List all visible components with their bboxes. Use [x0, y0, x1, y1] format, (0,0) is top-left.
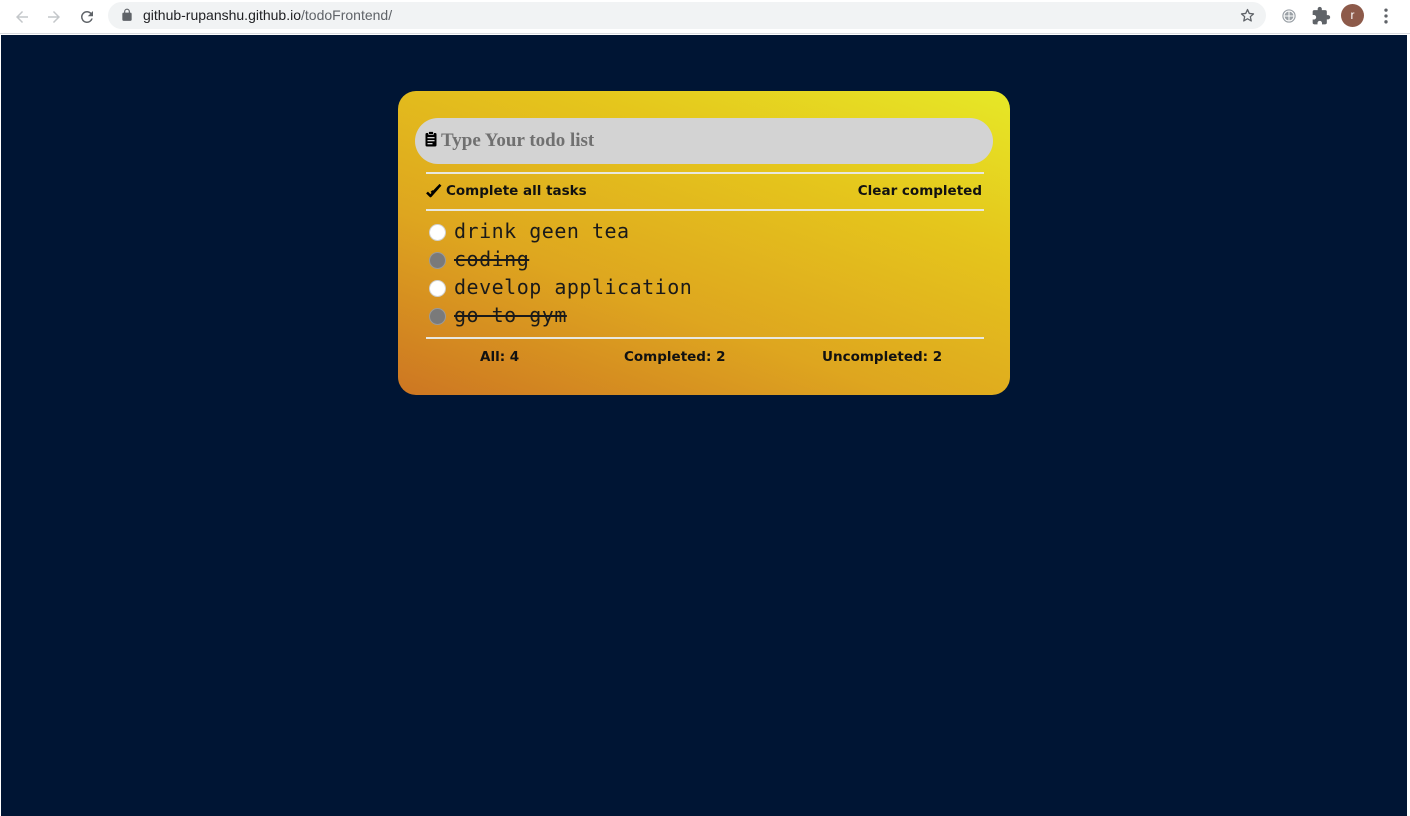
url-host: github-rupanshu.github.io — [143, 7, 302, 23]
todo-toggle[interactable] — [429, 224, 446, 241]
page-viewport: Complete all tasks Clear completed drink… — [1, 35, 1407, 816]
extensions-puzzle-icon[interactable] — [1311, 6, 1331, 26]
browser-toolbar: github-rupanshu.github.io/todoFrontend/ … — [0, 0, 1410, 34]
address-bar[interactable]: github-rupanshu.github.io/todoFrontend/ — [108, 2, 1266, 29]
url-path: /todoFrontend/ — [301, 7, 393, 23]
forward-button[interactable] — [42, 5, 66, 29]
todo-text[interactable]: drink geen tea — [454, 219, 630, 243]
todo-toggle[interactable] — [429, 308, 446, 325]
arrow-left-icon — [16, 11, 28, 23]
todo-item: drink geen tea — [429, 217, 969, 245]
todo-card: Complete all tasks Clear completed drink… — [398, 91, 1010, 395]
extension-globe-icon[interactable] — [1279, 6, 1299, 26]
clear-completed-button[interactable]: Clear completed — [858, 183, 982, 199]
lock-icon — [122, 8, 132, 21]
todo-input[interactable] — [441, 118, 981, 164]
clipboard-icon — [425, 131, 437, 147]
todo-stats: All: 4 Completed: 2 Uncompleted: 2 — [426, 347, 984, 367]
url-text: github-rupanshu.github.io/todoFrontend/ — [143, 7, 392, 23]
todo-item: coding — [429, 245, 969, 273]
complete-all-label: Complete all tasks — [446, 183, 587, 199]
todo-text[interactable]: go to gym — [454, 303, 567, 327]
profile-avatar[interactable]: r — [1341, 4, 1364, 27]
todo-list: drink geen tea coding develop applicatio… — [429, 217, 969, 329]
todo-item: develop application — [429, 273, 969, 301]
todo-input-container — [415, 118, 993, 164]
todo-item: go to gym — [429, 301, 969, 329]
todo-text[interactable]: coding — [454, 247, 529, 271]
arrow-right-icon — [48, 11, 60, 23]
stat-uncompleted: Uncompleted: 2 — [822, 349, 943, 365]
bookmark-star-icon[interactable] — [1239, 7, 1256, 24]
stat-all: All: 4 — [480, 349, 520, 365]
reload-button[interactable] — [75, 5, 99, 29]
browser-menu-icon[interactable] — [1376, 6, 1396, 26]
todo-controls: Complete all tasks Clear completed — [426, 181, 984, 203]
todo-toggle[interactable] — [429, 280, 446, 297]
back-button[interactable] — [10, 5, 34, 29]
double-check-icon — [426, 183, 442, 197]
todo-text[interactable]: develop application — [454, 275, 692, 299]
complete-all-button[interactable]: Complete all tasks — [426, 183, 587, 199]
todo-toggle[interactable] — [429, 252, 446, 269]
stat-completed: Completed: 2 — [624, 349, 726, 365]
divider — [426, 337, 984, 339]
divider — [426, 172, 984, 174]
divider — [426, 209, 984, 211]
reload-icon — [80, 10, 93, 23]
